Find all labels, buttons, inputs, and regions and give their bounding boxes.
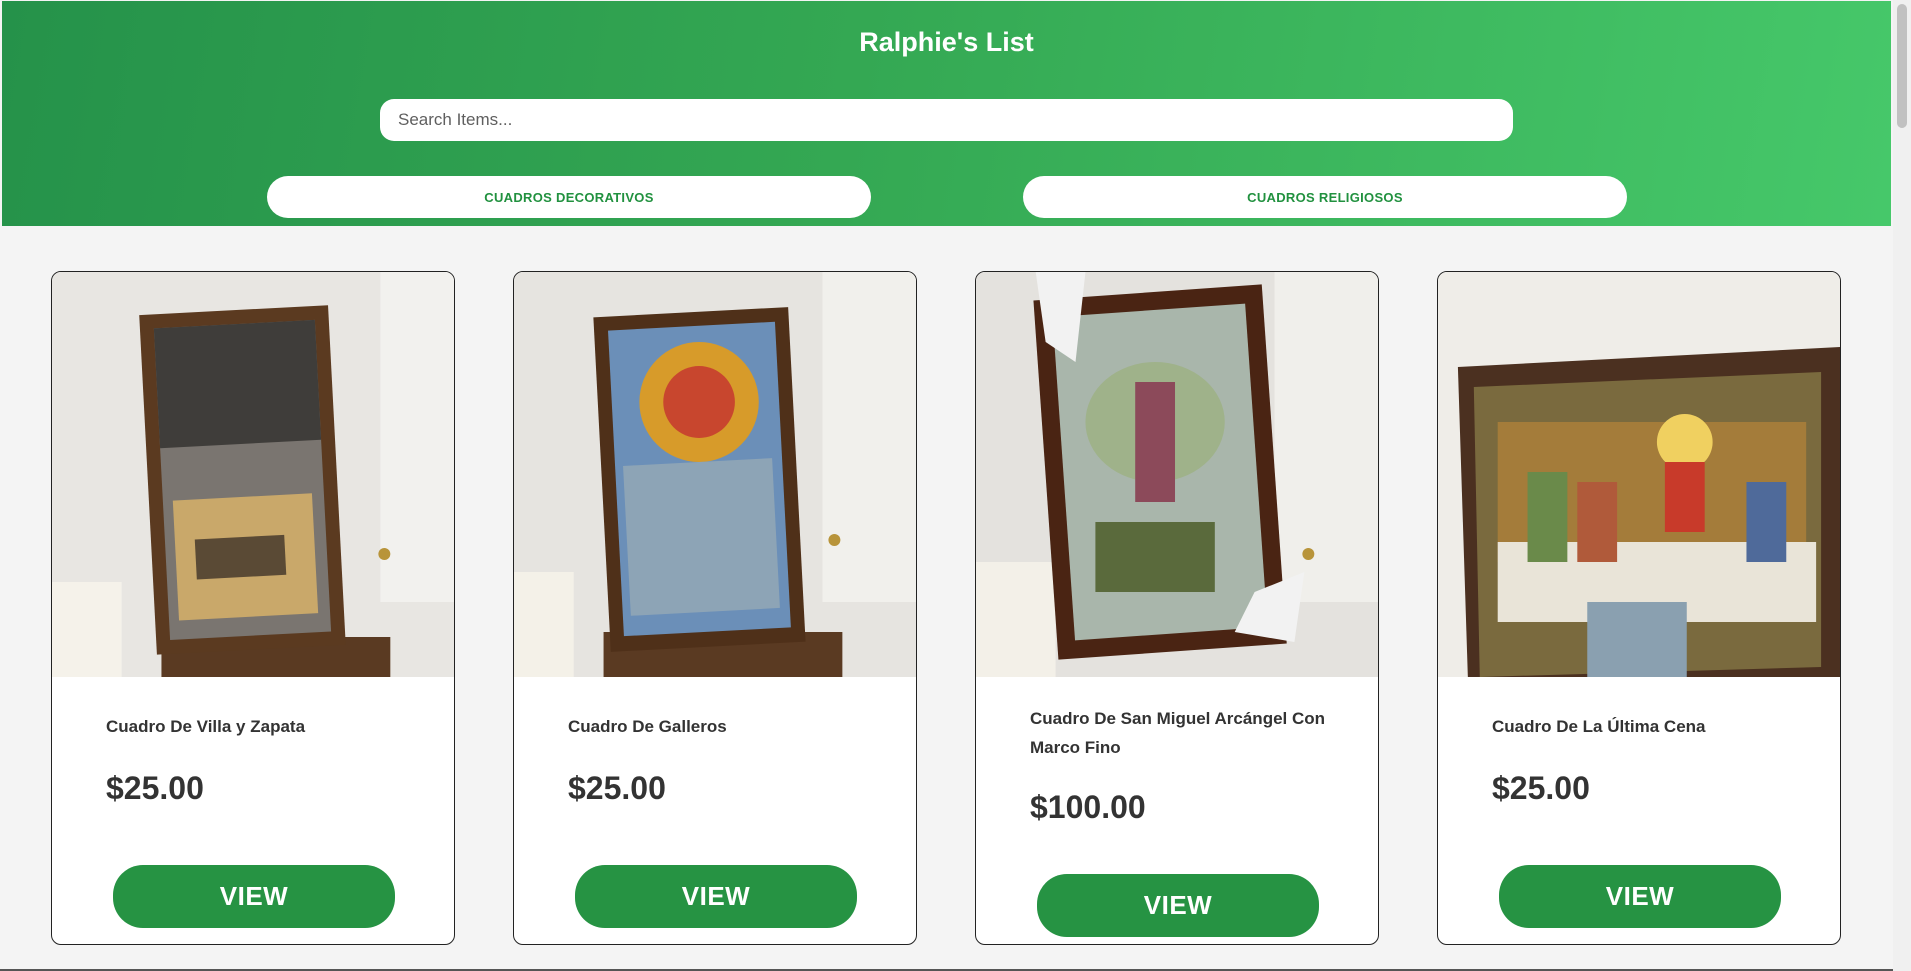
product-image[interactable] xyxy=(52,272,454,677)
scrollbar-thumb[interactable] xyxy=(1897,4,1907,128)
product-price: $25.00 xyxy=(1492,770,1590,806)
view-button[interactable]: VIEW xyxy=(113,865,395,928)
product-card: Cuadro De Villa y Zapata $25.00 VIEW xyxy=(51,271,455,945)
site-title: Ralphie's List xyxy=(859,27,1034,57)
view-button[interactable]: VIEW xyxy=(575,865,857,928)
product-name[interactable]: Cuadro De La Última Cena xyxy=(1492,712,1840,741)
product-image[interactable] xyxy=(514,272,916,677)
product-price: $25.00 xyxy=(568,770,666,806)
view-button[interactable]: VIEW xyxy=(1499,865,1781,928)
product-name[interactable]: Cuadro De Villa y Zapata xyxy=(106,712,454,741)
page-scrollbar[interactable] xyxy=(1893,0,1911,971)
product-price: $100.00 xyxy=(1030,789,1146,825)
product-image[interactable] xyxy=(976,272,1378,677)
site-header: Ralphie's List CUADROS DECORATIVOS CUADR… xyxy=(2,1,1891,226)
category-religiosos-button[interactable]: CUADROS RELIGIOSOS xyxy=(1023,176,1627,218)
product-name[interactable]: Cuadro De Galleros xyxy=(568,712,916,741)
product-price: $25.00 xyxy=(106,770,204,806)
product-name[interactable]: Cuadro De San Miguel Arcángel Con Marco … xyxy=(1030,704,1374,762)
category-decorativos-button[interactable]: CUADROS DECORATIVOS xyxy=(267,176,871,218)
product-card: Cuadro De La Última Cena $25.00 VIEW xyxy=(1437,271,1841,945)
search-input[interactable] xyxy=(380,99,1513,141)
product-image[interactable] xyxy=(1438,272,1840,677)
product-card: Cuadro De Galleros $25.00 VIEW xyxy=(513,271,917,945)
product-card: Cuadro De San Miguel Arcángel Con Marco … xyxy=(975,271,1379,945)
view-button[interactable]: VIEW xyxy=(1037,874,1319,937)
